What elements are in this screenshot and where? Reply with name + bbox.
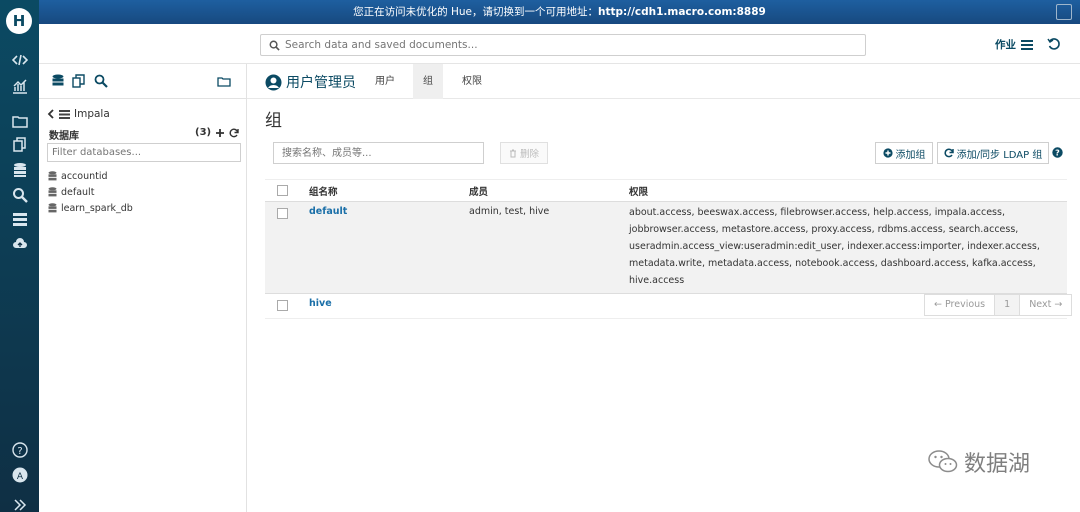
current-page[interactable]: 1 (995, 295, 1021, 315)
column-header-permissions[interactable]: 权限 (629, 179, 1067, 202)
previous-page-button[interactable]: ← Previous (925, 295, 996, 315)
group-name-link[interactable]: default (309, 206, 347, 217)
trash-icon (509, 149, 516, 157)
jobs-button[interactable]: 作业 (995, 37, 1033, 52)
banner-url[interactable]: http://cdh1.macro.com:8889 (598, 6, 766, 18)
row-select-cell (265, 293, 309, 319)
folder-icon[interactable] (0, 112, 39, 130)
database-name: learn_spark_db (61, 202, 133, 214)
svg-text:A: A (16, 472, 23, 482)
breadcrumb[interactable]: Impala (47, 108, 110, 120)
app-tab-bar: 用户管理员 用户 组 权限 (247, 64, 1080, 99)
database-item-icon (48, 187, 57, 197)
add-group-button[interactable]: 添加组 (875, 142, 933, 164)
sql-database-icon[interactable] (51, 74, 65, 88)
tables-icon[interactable] (0, 210, 39, 228)
table-header-row: 组名称 成员 权限 (265, 179, 1067, 202)
user-avatar-icon[interactable]: A (0, 466, 39, 484)
group-search-input[interactable] (273, 142, 484, 164)
svg-text:?: ? (17, 446, 22, 457)
delete-button[interactable]: 删除 (500, 142, 548, 164)
group-name-link[interactable]: hive (309, 298, 332, 309)
table-row[interactable]: default admin, test, hive about.access, … (265, 201, 1067, 294)
database-name: default (61, 186, 95, 198)
add-database-icon[interactable] (215, 128, 225, 138)
plus-circle-icon (882, 148, 893, 158)
svg-text:?: ? (1055, 149, 1060, 158)
chevron-left-icon[interactable] (47, 109, 55, 119)
database-item[interactable]: learn_spark_db (48, 200, 133, 216)
search-icon (269, 40, 280, 51)
search-input[interactable] (285, 39, 845, 51)
group-members-cell: admin, test, hive (469, 201, 629, 294)
database-name: accountid (61, 170, 108, 182)
tab-groups[interactable]: 组 (413, 64, 443, 99)
user-admin-icon (265, 74, 282, 90)
folder-panel-icon[interactable] (217, 74, 231, 88)
database-item[interactable]: default (48, 184, 133, 200)
wechat-icon (928, 450, 958, 473)
search-zoom-icon[interactable] (0, 186, 39, 204)
tab-users[interactable]: 用户 (365, 64, 405, 99)
row-select-cell (265, 201, 309, 294)
databases-count-group: (3) (195, 127, 239, 138)
add-sync-ldap-button[interactable]: 添加/同步 LDAP 组 (937, 142, 1049, 164)
group-members-cell (469, 293, 629, 319)
list-icon (1021, 39, 1033, 50)
help-icon[interactable]: ? (0, 441, 39, 459)
database-item-icon (48, 171, 57, 181)
filter-databases-input[interactable] (47, 143, 241, 162)
left-nav: H ? A (0, 0, 39, 512)
main-content: 用户管理员 用户 组 权限 组 删除 添加组 添加/同步 LDAP 组 ? 组名… (247, 64, 1080, 512)
global-search[interactable] (260, 34, 866, 56)
pagination: ← Previous 1 Next → (924, 294, 1073, 316)
delete-label: 删除 (519, 149, 539, 160)
group-permissions-cell: about.access, beeswax.access, filebrowse… (629, 201, 1067, 294)
breadcrumb-label: Impala (74, 108, 110, 120)
databases-count: (3) (195, 127, 212, 138)
table-icon (59, 109, 70, 119)
page-title: 组 (265, 111, 282, 131)
documents-icon[interactable] (0, 136, 39, 154)
select-all-cell (265, 179, 309, 202)
top-bar: 作业 (39, 24, 1080, 64)
cloud-upload-icon[interactable] (0, 234, 39, 252)
row-checkbox[interactable] (277, 300, 288, 311)
column-header-members[interactable]: 成员 (469, 179, 629, 202)
add-group-label: 添加组 (895, 149, 926, 161)
column-header-name[interactable]: 组名称 (309, 179, 469, 202)
database-item-icon (48, 203, 57, 213)
jobs-label: 作业 (995, 39, 1016, 51)
question-circle-icon[interactable]: ? (1052, 147, 1063, 158)
expand-icon[interactable] (0, 496, 39, 512)
window-button[interactable] (1056, 4, 1072, 20)
watermark-text: 数据湖 (964, 452, 1031, 477)
database-icon[interactable] (0, 161, 39, 179)
next-page-button[interactable]: Next → (1020, 295, 1071, 315)
select-all-checkbox[interactable] (277, 184, 288, 196)
watermark: 数据湖 (928, 446, 1030, 478)
editor-icon[interactable] (0, 51, 39, 69)
databases-label: 数据库 (49, 131, 79, 142)
group-name-cell: hive (309, 293, 469, 319)
search-panel-icon[interactable] (94, 74, 108, 88)
tab-permissions[interactable]: 权限 (452, 64, 492, 99)
assist-panel: Impala 数据库 (3) accountid default learn_s… (39, 64, 247, 512)
row-checkbox[interactable] (277, 208, 288, 219)
group-name-cell: default (309, 201, 469, 294)
hue-logo[interactable]: H (6, 8, 32, 34)
ldap-label: 添加/同步 LDAP 组 (956, 149, 1043, 161)
database-item[interactable]: accountid (48, 168, 133, 184)
database-list: accountid default learn_spark_db (48, 168, 133, 216)
warning-banner: 您正在访问未优化的 Hue，请切换到一个可用地址：http://cdh1.mac… (39, 0, 1080, 24)
sync-icon (944, 148, 954, 158)
documents-panel-icon[interactable] (72, 74, 86, 88)
banner-text: 您正在访问未优化的 Hue，请切换到一个可用地址： (353, 6, 598, 18)
app-title-label: 用户管理员 (286, 75, 356, 91)
dashboard-icon[interactable] (0, 77, 39, 95)
assist-header (39, 64, 246, 99)
app-title[interactable]: 用户管理员 (265, 72, 356, 92)
history-icon[interactable] (1047, 37, 1061, 51)
refresh-icon[interactable] (229, 128, 239, 138)
